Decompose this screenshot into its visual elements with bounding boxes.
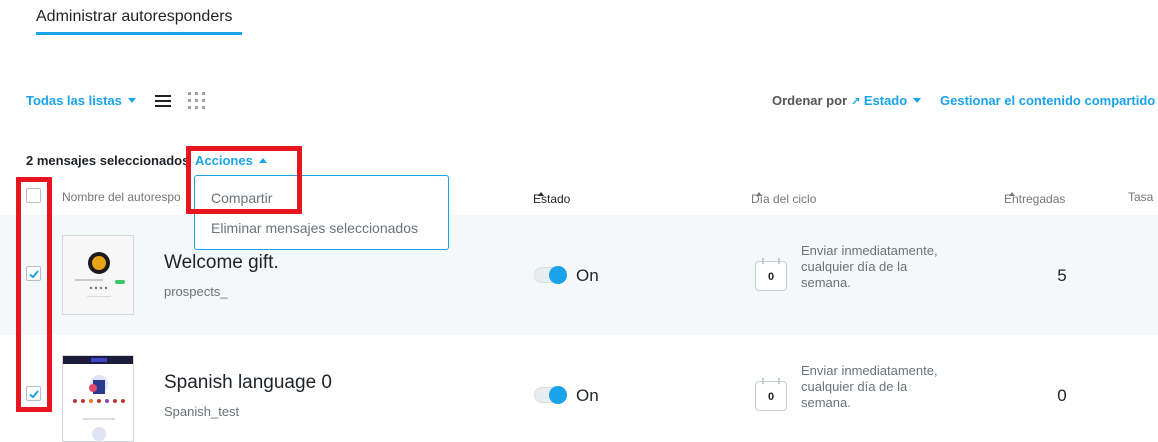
highlight-actions-share bbox=[186, 146, 302, 214]
selected-count: 2 mensajes seleccionados bbox=[26, 153, 190, 168]
status-label: On bbox=[576, 386, 599, 405]
toggle-knob bbox=[549, 266, 567, 284]
delivered-count: 0 bbox=[1057, 386, 1067, 405]
message-list-name: prospects_ bbox=[164, 284, 228, 299]
message-thumbnail[interactable] bbox=[62, 235, 134, 315]
thumbnail-preview-image bbox=[63, 236, 133, 314]
manage-shared-content-link[interactable]: Gestionar el contenido compartido bbox=[940, 93, 1155, 108]
sort-arrow-icon: ↗ bbox=[851, 96, 861, 108]
col-rate[interactable]: Tasa bbox=[1128, 190, 1153, 204]
sort-asc-icon bbox=[756, 192, 762, 196]
message-title[interactable]: Spanish language 0 bbox=[164, 372, 332, 394]
toggle-knob bbox=[549, 386, 567, 404]
toolbar: Todas las listas Ordenar por ↗ Estado Ge… bbox=[0, 92, 1158, 110]
col-name[interactable]: Nombre del autorespo bbox=[62, 190, 181, 204]
sort-asc-icon bbox=[1009, 192, 1015, 196]
table-header: Nombre del autorespo Estado Día del cicl… bbox=[0, 188, 1158, 208]
chevron-down-icon bbox=[127, 98, 136, 103]
status-label: On bbox=[576, 266, 599, 285]
status-toggle[interactable] bbox=[534, 386, 567, 404]
menu-item-delete-selected[interactable]: Eliminar mensajes seleccionados bbox=[211, 220, 418, 236]
list-filter-dropdown[interactable]: Todas las listas bbox=[26, 93, 136, 108]
sort-asc-icon bbox=[538, 192, 544, 196]
cycle-day-calendar-icon: 0 bbox=[755, 378, 787, 411]
status-toggle[interactable] bbox=[534, 266, 567, 284]
sort-dropdown[interactable]: ↗ Estado bbox=[851, 93, 922, 108]
grid-view-icon[interactable] bbox=[188, 92, 205, 109]
sort-value-label: Estado bbox=[863, 93, 908, 108]
cycle-description: Enviar inmediatamente, cualquier día de … bbox=[801, 363, 938, 410]
list-filter-label: Todas las listas bbox=[26, 93, 122, 108]
tab-manage-autoresponders[interactable]: Administrar autoresponders bbox=[36, 8, 233, 26]
message-title[interactable]: Welcome gift. bbox=[164, 252, 279, 274]
table-row[interactable]: Spanish language 0 Spanish_test On 0 Env… bbox=[0, 335, 1158, 442]
list-view-icon[interactable] bbox=[155, 95, 171, 107]
message-list-name: Spanish_test bbox=[164, 404, 240, 419]
chevron-down-icon bbox=[913, 98, 922, 103]
highlight-checkbox-column bbox=[16, 177, 52, 412]
thumbnail-preview-image bbox=[63, 356, 133, 441]
table-row[interactable]: Welcome gift. prospects_ On 0 Enviar inm… bbox=[0, 215, 1158, 335]
sort-label: Ordenar por bbox=[772, 93, 848, 108]
cycle-day-calendar-icon: 0 bbox=[755, 258, 787, 291]
cycle-description: Enviar inmediatamente, cualquier día de … bbox=[801, 243, 938, 290]
active-tab-indicator bbox=[36, 32, 242, 35]
delivered-count: 5 bbox=[1057, 266, 1067, 285]
message-thumbnail[interactable] bbox=[62, 355, 134, 442]
